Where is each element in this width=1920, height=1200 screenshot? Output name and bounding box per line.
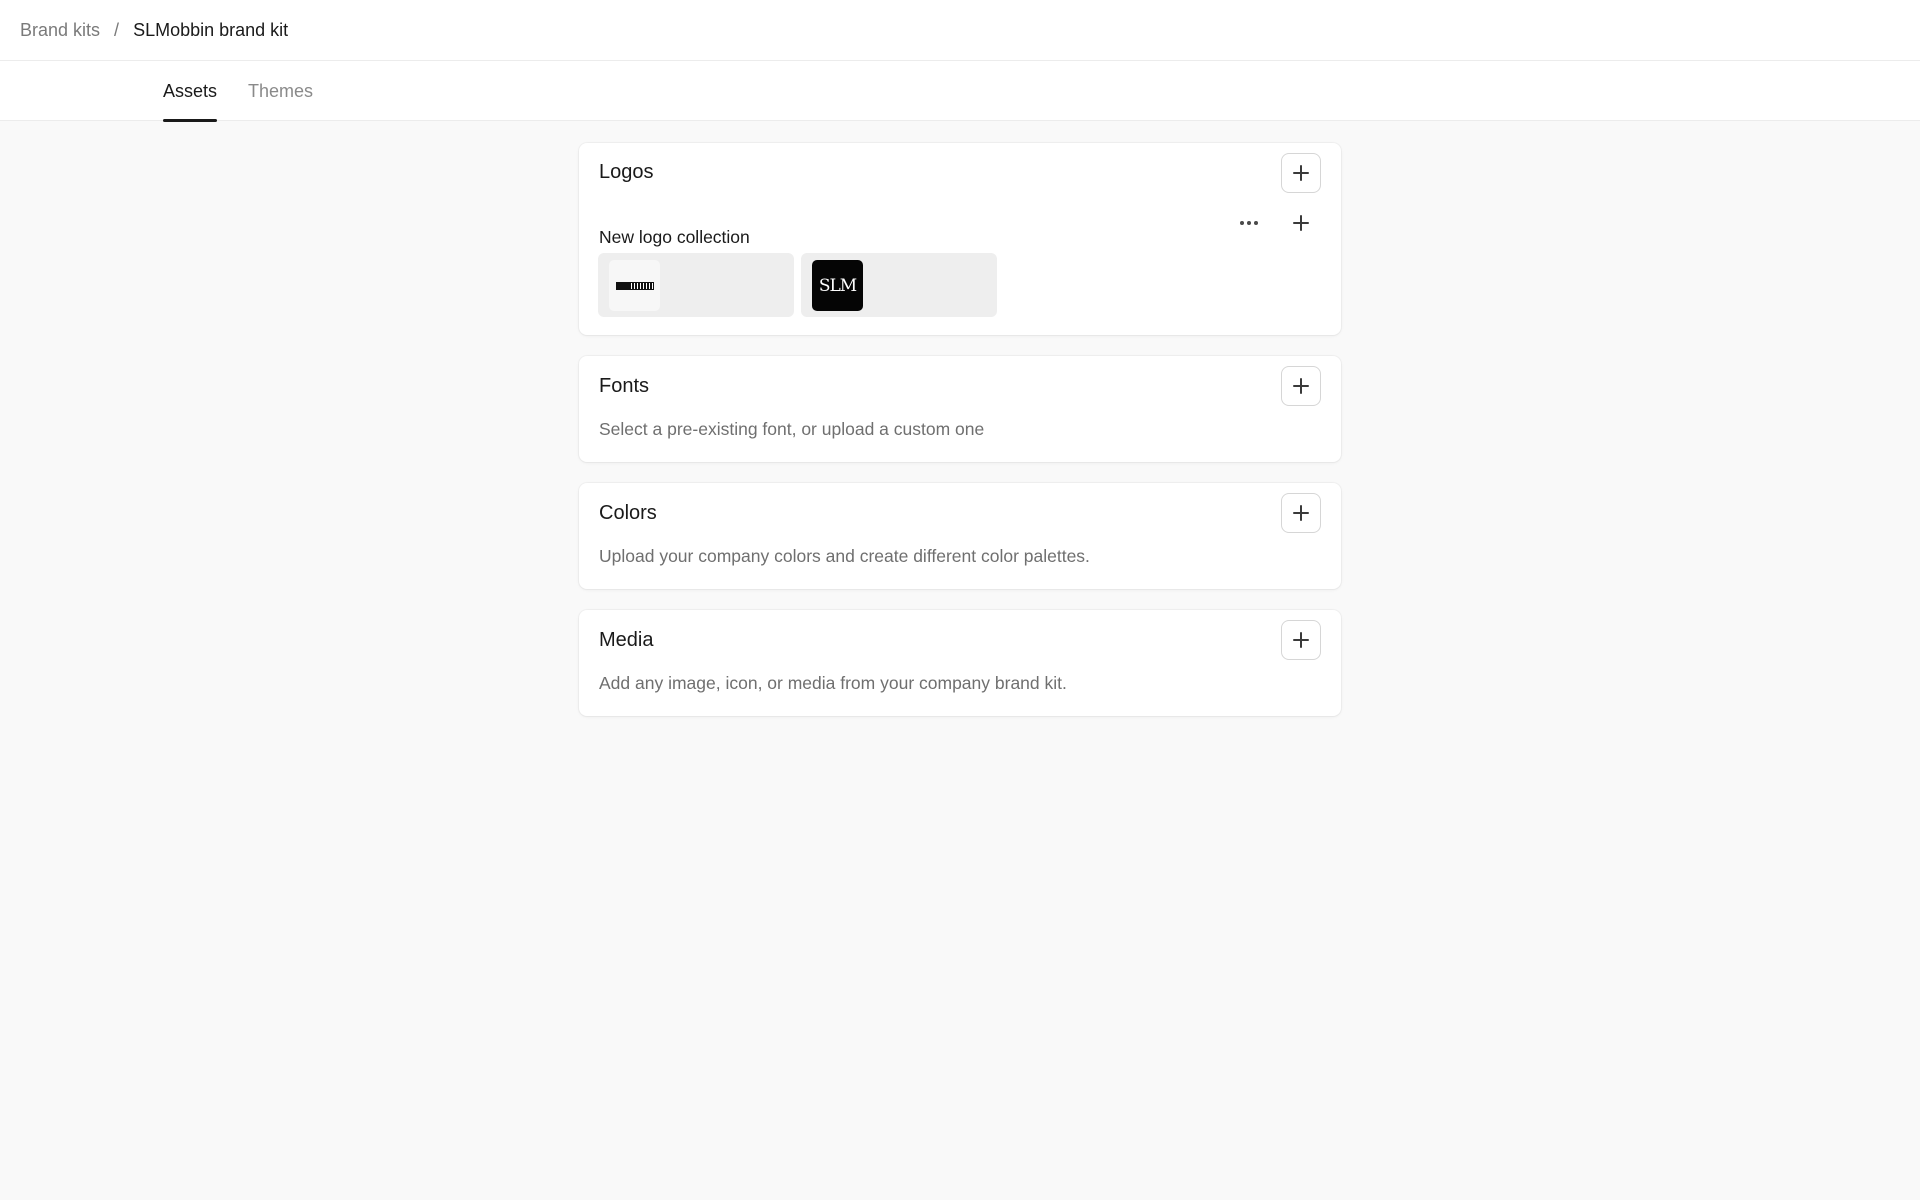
colors-description: Upload your company colors and create di… — [599, 546, 1090, 566]
logo-thumbnail: SLM — [812, 260, 863, 311]
add-to-collection-button[interactable] — [1285, 207, 1317, 239]
media-description: Add any image, icon, or media from your … — [599, 673, 1067, 693]
fonts-description: Select a pre-existing font, or upload a … — [599, 419, 985, 439]
fonts-card: Fonts Select a pre-existing font, or upl… — [579, 356, 1341, 462]
logo-thumbnail — [609, 260, 660, 311]
add-media-button[interactable] — [1281, 620, 1321, 660]
top-bar: Brand kits / SLMobbin brand kit — [0, 0, 1920, 61]
add-font-button[interactable] — [1281, 366, 1321, 406]
plus-icon — [1293, 378, 1309, 394]
logos-title: Logos — [599, 161, 654, 183]
logo-tile[interactable] — [598, 253, 794, 317]
plus-icon — [1293, 505, 1309, 521]
plus-icon — [1293, 632, 1309, 648]
breadcrumb-separator: / — [114, 19, 120, 40]
plus-icon — [1293, 165, 1309, 181]
breadcrumb-current-page: SLMobbin brand kit — [133, 19, 289, 40]
tab-bar: Assets Themes — [0, 61, 1920, 122]
breadcrumb: Brand kits / SLMobbin brand kit — [20, 20, 288, 41]
tab-assets[interactable]: Assets — [163, 61, 218, 122]
add-logo-button[interactable] — [1281, 153, 1321, 193]
media-title: Media — [599, 629, 654, 651]
colors-card: Colors Upload your company colors and cr… — [579, 483, 1341, 589]
fonts-title: Fonts — [599, 375, 650, 397]
wordmark-logo-image — [615, 281, 654, 290]
collection-more-button[interactable] — [1233, 207, 1265, 239]
monogram-logo-text: SLM — [818, 275, 857, 296]
breadcrumb-brand-kits-link[interactable]: Brand kits — [20, 20, 100, 41]
colors-title: Colors — [599, 502, 657, 524]
logo-collection-name: New logo collection — [599, 227, 750, 247]
logo-tile[interactable]: SLM — [801, 253, 997, 317]
media-card: Media Add any image, icon, or media from… — [579, 610, 1341, 716]
add-color-button[interactable] — [1281, 493, 1321, 533]
logos-card: Logos New logo collection SLM — [579, 143, 1341, 335]
tab-themes[interactable]: Themes — [248, 61, 313, 121]
plus-icon — [1293, 215, 1309, 231]
more-horizontal-icon — [1240, 221, 1258, 225]
